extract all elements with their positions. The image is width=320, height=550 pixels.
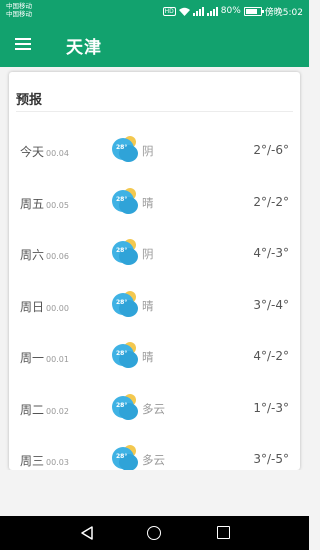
icon-temp: 28° bbox=[116, 350, 128, 357]
divider bbox=[16, 111, 293, 112]
icon-temp: 28° bbox=[116, 247, 128, 254]
status-bar: 中国移动 中国移动 HD 80% 傍晚5:02 bbox=[0, 0, 309, 22]
day-date: 00.01 bbox=[46, 355, 69, 364]
weather-icon: 28° bbox=[112, 290, 138, 317]
day-label: 周二 00.02 bbox=[20, 401, 69, 418]
forecast-row[interactable]: 周日 00.00 28° 晴 3°/-4° bbox=[9, 279, 300, 331]
temp-range: 4°/-2° bbox=[253, 349, 289, 363]
temp-range: 2°/-6° bbox=[253, 143, 289, 157]
carrier-info: 中国移动 中国移动 bbox=[6, 2, 32, 18]
forecast-row[interactable]: 周一 00.01 28° 晴 4°/-2° bbox=[9, 330, 300, 382]
hamburger-menu-icon[interactable] bbox=[14, 35, 32, 53]
day-name: 周三 bbox=[20, 454, 45, 468]
temp-range: 3°/-5° bbox=[253, 452, 289, 466]
day-name: 周二 bbox=[20, 402, 45, 417]
condition-label: 多云 bbox=[142, 401, 165, 416]
day-date: 00.05 bbox=[46, 200, 69, 210]
weather-icon: 28° bbox=[112, 393, 138, 420]
carrier-line-2: 中国移动 bbox=[6, 10, 32, 18]
condition-label: 晴 bbox=[142, 195, 154, 210]
hd-badge: HD bbox=[162, 6, 176, 16]
day-label: 周日 00.00 bbox=[20, 298, 69, 315]
weather-icon: 28° bbox=[112, 187, 138, 214]
forecast-row[interactable]: 周六 00.06 28° 阴 4°/-3° bbox=[9, 227, 300, 279]
system-nav-bar bbox=[0, 516, 309, 550]
weather-icon: 28° bbox=[112, 136, 138, 162]
temp-range: 4°/-3° bbox=[253, 246, 289, 260]
signal-icon-2 bbox=[206, 6, 218, 16]
status-indicators: HD 80% 傍晚5:02 bbox=[162, 4, 303, 18]
day-date: 00.00 bbox=[46, 303, 69, 313]
temp-range: 2°/-2° bbox=[253, 194, 289, 209]
condition-label: 阴 bbox=[142, 247, 154, 261]
forecast-card: 预报 今天 00.04 28° 阴 2°/-6° 周五 00.05 28° 晴 2°/-2° 周六 0… bbox=[9, 72, 300, 470]
day-date: 00.04 bbox=[46, 149, 69, 158]
home-icon[interactable] bbox=[147, 526, 161, 540]
recent-apps-icon[interactable] bbox=[217, 526, 230, 539]
back-icon[interactable] bbox=[81, 526, 93, 540]
day-label: 今天 00.04 bbox=[20, 143, 69, 160]
icon-temp: 28° bbox=[116, 453, 128, 460]
icon-temp: 28° bbox=[116, 401, 128, 409]
app-bar: 天津 bbox=[0, 22, 309, 67]
weather-icon: 28° bbox=[112, 342, 138, 368]
day-label: 周一 00.01 bbox=[20, 349, 69, 366]
signal-icon bbox=[192, 6, 204, 16]
icon-temp: 28° bbox=[116, 195, 128, 203]
content-bottom bbox=[0, 470, 309, 516]
day-date: 00.02 bbox=[46, 406, 69, 416]
day-name: 周五 bbox=[20, 196, 45, 211]
icon-temp: 28° bbox=[116, 144, 128, 151]
condition-label: 阴 bbox=[142, 144, 154, 158]
forecast-row[interactable]: 周三 00.03 28° 多云 3°/-5° bbox=[9, 433, 300, 470]
condition-label: 多云 bbox=[142, 453, 165, 467]
page-title: 天津 bbox=[66, 38, 102, 58]
day-date: 00.06 bbox=[46, 252, 69, 261]
day-label: 周五 00.05 bbox=[20, 195, 69, 212]
day-name: 今天 bbox=[20, 145, 45, 159]
weather-icon: 28° bbox=[112, 239, 138, 265]
clock: 傍晚5:02 bbox=[264, 7, 303, 18]
day-label: 周三 00.03 bbox=[20, 452, 69, 469]
icon-temp: 28° bbox=[116, 298, 128, 306]
condition-label: 晴 bbox=[142, 350, 154, 364]
day-name: 周一 bbox=[20, 351, 45, 365]
forecast-row[interactable]: 今天 00.04 28° 阴 2°/-6° bbox=[9, 124, 300, 176]
forecast-row[interactable]: 周二 00.02 28° 多云 1°/-3° bbox=[9, 382, 300, 434]
day-label: 周六 00.06 bbox=[20, 246, 69, 263]
day-date: 00.03 bbox=[46, 458, 69, 467]
carrier-line-1: 中国移动 bbox=[6, 2, 32, 10]
battery-percent: 80% bbox=[220, 6, 241, 16]
day-name: 周日 bbox=[20, 299, 45, 314]
battery-icon bbox=[243, 6, 264, 16]
wifi-icon bbox=[178, 7, 190, 16]
weather-icon: 28° bbox=[112, 445, 138, 470]
day-name: 周六 bbox=[20, 248, 45, 262]
temp-range: 3°/-4° bbox=[253, 297, 289, 312]
forecast-title: 预报 bbox=[16, 93, 43, 108]
forecast-row[interactable]: 周五 00.05 28° 晴 2°/-2° bbox=[9, 176, 300, 228]
temp-range: 1°/-3° bbox=[253, 400, 289, 415]
condition-label: 晴 bbox=[142, 298, 154, 313]
